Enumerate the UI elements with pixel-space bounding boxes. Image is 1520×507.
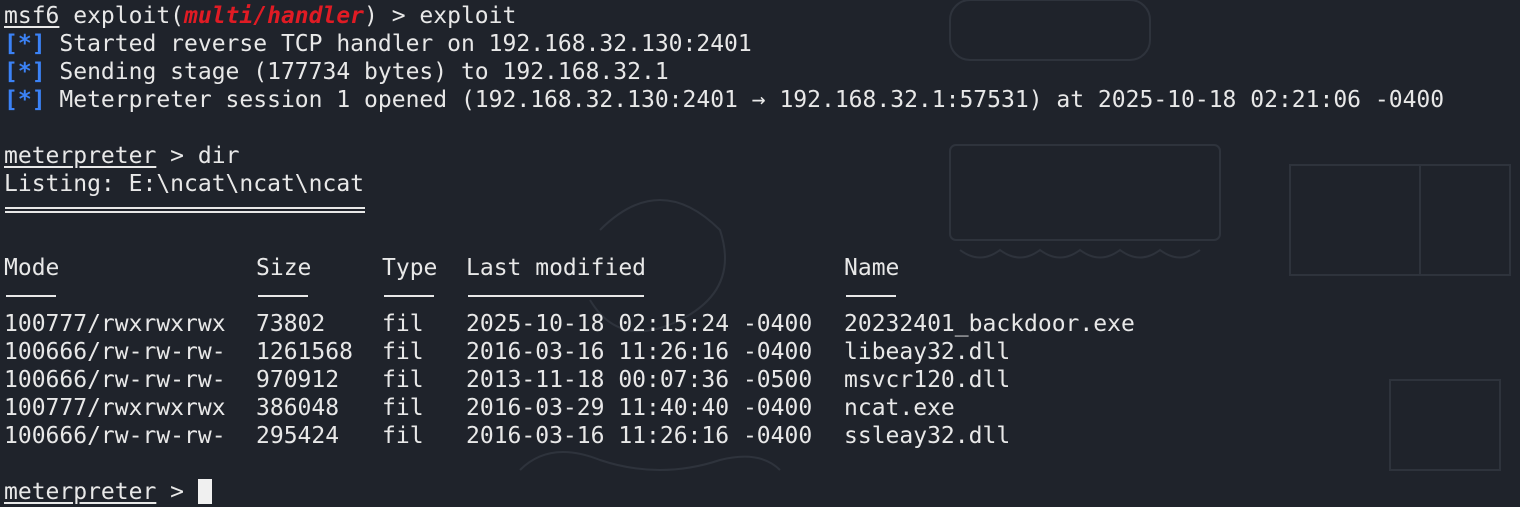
cell-name: ssleay32.dll bbox=[844, 423, 1011, 449]
cell-last-modified: 2016-03-16 11:26:16 -0400 bbox=[466, 423, 813, 449]
prompt-suffix: > bbox=[156, 479, 198, 505]
prompt-suffix: > bbox=[156, 143, 198, 169]
cell-type: fil bbox=[382, 395, 424, 421]
cell-size: 295424 bbox=[256, 423, 340, 449]
header-name: Name bbox=[844, 255, 900, 281]
text-cursor[interactable] bbox=[197, 479, 212, 504]
meterpreter-prompt: meterpreter bbox=[4, 143, 157, 169]
cell-mode: 100777/rwxrwxrwx bbox=[4, 395, 226, 421]
info-tag: [*] bbox=[4, 59, 46, 85]
cell-size: 73802 bbox=[256, 311, 326, 337]
dir-command: dir bbox=[197, 143, 240, 169]
msf-prompt-line: msf6 exploit(multi/handler) > exploit bbox=[4, 2, 516, 30]
cell-size: 970912 bbox=[256, 367, 340, 393]
cell-mode: 100666/rw-rw-rw- bbox=[4, 367, 226, 393]
header-mode: Mode bbox=[4, 255, 60, 281]
exploit-command: exploit bbox=[419, 3, 517, 29]
cell-last-modified: 2025-10-18 02:15:24 -0400 bbox=[466, 311, 813, 337]
cell-mode: 100666/rw-rw-rw- bbox=[4, 339, 226, 365]
exploit-word: exploit( bbox=[59, 3, 185, 29]
cell-name: msvcr120.dll bbox=[844, 367, 1011, 393]
cell-last-modified: 2016-03-29 11:40:40 -0400 bbox=[466, 395, 813, 421]
header-underline bbox=[258, 295, 308, 297]
meterpreter-prompt: meterpreter bbox=[4, 479, 157, 505]
cell-type: fil bbox=[382, 311, 424, 337]
output-text: Sending stage (177734 bytes) to 192.168.… bbox=[45, 59, 669, 85]
header-type: Type bbox=[382, 255, 438, 281]
module-name: multi/handler bbox=[184, 3, 365, 29]
output-line: [*] Sending stage (177734 bytes) to 192.… bbox=[4, 58, 669, 86]
info-tag: [*] bbox=[4, 31, 46, 57]
cell-last-modified: 2016-03-16 11:26:16 -0400 bbox=[466, 339, 813, 365]
cell-type: fil bbox=[382, 339, 424, 365]
info-tag: [*] bbox=[4, 87, 46, 113]
output-text: Meterpreter session 1 opened (192.168.32… bbox=[45, 87, 1445, 113]
cell-size: 386048 bbox=[256, 395, 340, 421]
terminal-window[interactable]: msf6 exploit(multi/handler) > exploit [*… bbox=[0, 0, 1520, 507]
active-prompt-line[interactable]: meterpreter > bbox=[4, 478, 212, 506]
listing-path: Listing: E:\ncat\ncat\ncat bbox=[4, 171, 365, 197]
output-line: [*] Meterpreter session 1 opened (192.16… bbox=[4, 86, 1444, 114]
header-underline bbox=[468, 295, 644, 297]
header-underline bbox=[6, 295, 56, 297]
cell-mode: 100666/rw-rw-rw- bbox=[4, 423, 226, 449]
cell-type: fil bbox=[382, 423, 424, 449]
header-size: Size bbox=[256, 255, 312, 281]
prompt-arrow: ) > bbox=[364, 3, 420, 29]
cell-mode: 100777/rwxrwxrwx bbox=[4, 311, 226, 337]
cell-name: 20232401_backdoor.exe bbox=[844, 311, 1135, 337]
meterpreter-command-line: meterpreter > dir bbox=[4, 142, 239, 170]
header-last-modified: Last modified bbox=[466, 255, 647, 281]
msf-prompt: msf6 bbox=[4, 3, 60, 29]
output-line: [*] Started reverse TCP handler on 192.1… bbox=[4, 30, 752, 58]
cell-last-modified: 2013-11-18 00:07:36 -0500 bbox=[466, 367, 813, 393]
header-underline bbox=[384, 295, 434, 297]
cell-size: 1261568 bbox=[256, 339, 353, 365]
cell-name: libeay32.dll bbox=[844, 339, 1011, 365]
cell-name: ncat.exe bbox=[844, 395, 955, 421]
header-underline bbox=[846, 295, 896, 297]
cell-type: fil bbox=[382, 367, 424, 393]
listing-double-rule bbox=[5, 207, 365, 213]
output-text: Started reverse TCP handler on 192.168.3… bbox=[45, 31, 752, 57]
